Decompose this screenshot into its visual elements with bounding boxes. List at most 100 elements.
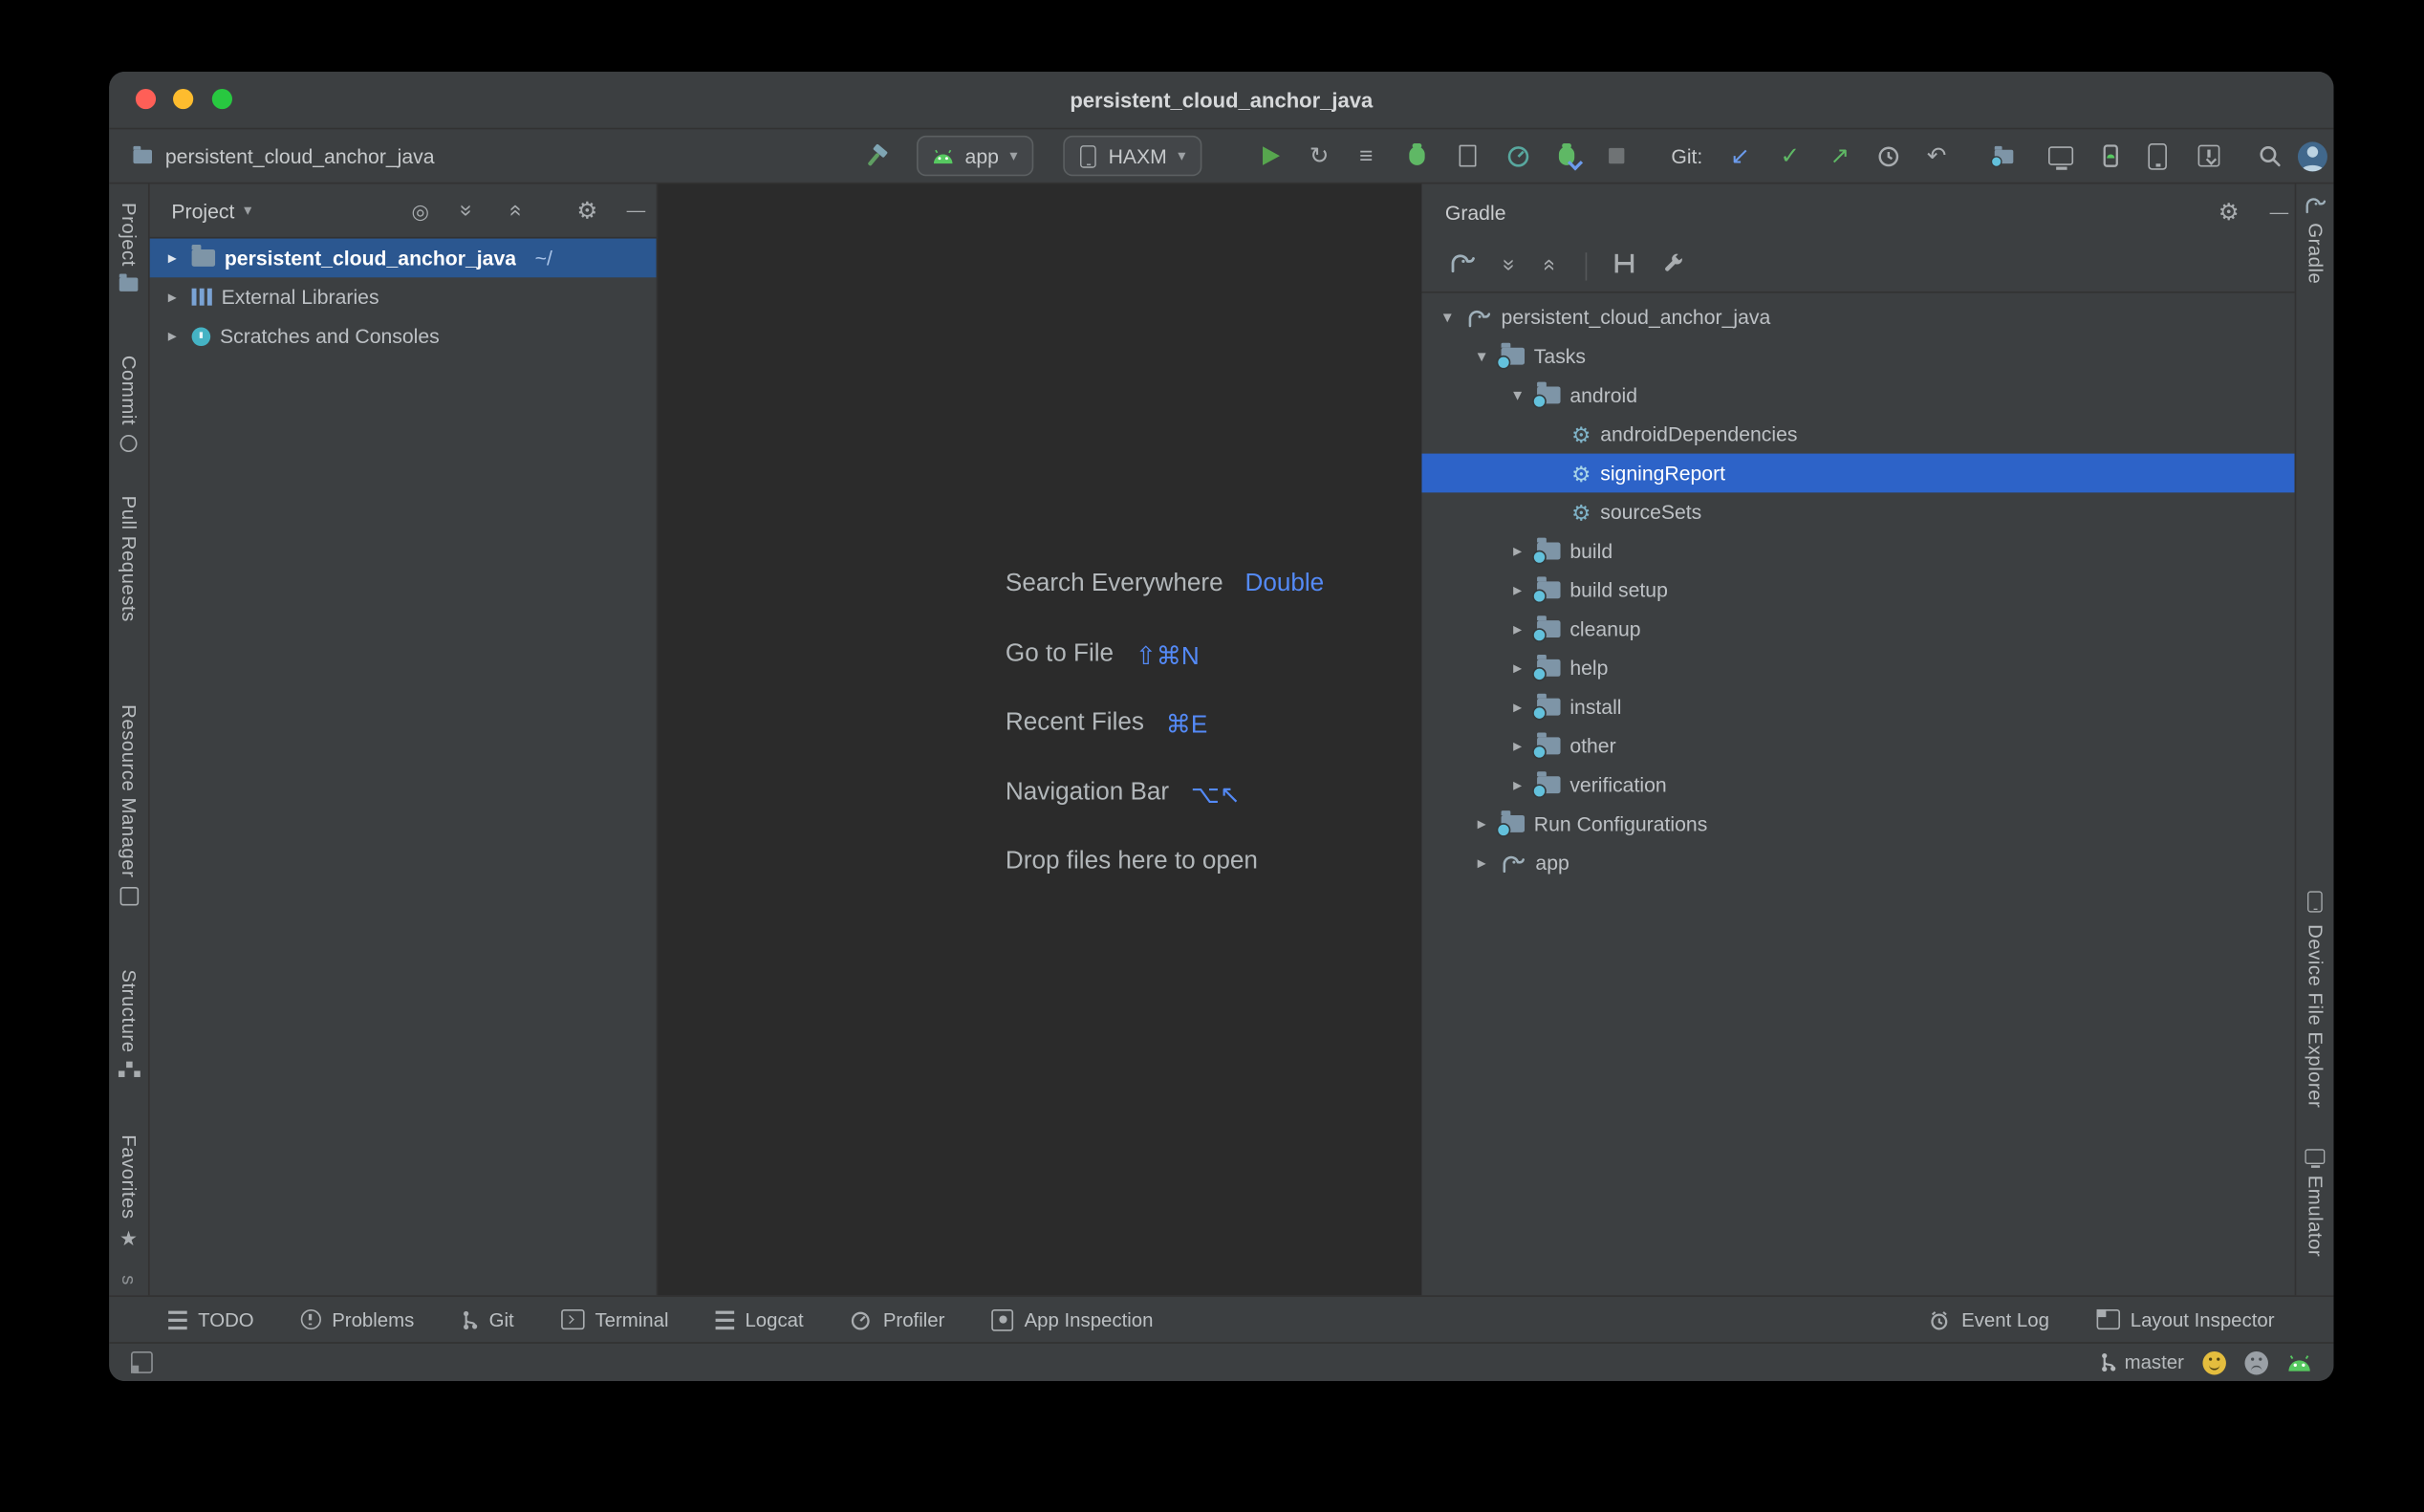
collapse-all-button[interactable]: «	[511, 184, 524, 236]
git-rollback-button[interactable]: ↶	[1927, 129, 1947, 182]
gradle-node-build-setup[interactable]: ▸ build setup	[1421, 571, 2294, 610]
run-button[interactable]	[1263, 129, 1280, 182]
gradle-node-android[interactable]: ▾ android	[1421, 376, 2294, 415]
sidebar-item-pull-requests[interactable]: Pull Requests	[109, 496, 148, 622]
chevron-right-icon[interactable]: ▸	[1507, 697, 1527, 717]
sdk-manager-button[interactable]	[2198, 129, 2220, 182]
toolwindow-git[interactable]: Git	[461, 1308, 513, 1330]
sidebar-item-project[interactable]: Project	[109, 203, 148, 293]
chevron-right-icon[interactable]: ▸	[162, 248, 183, 268]
toolwindow-todo[interactable]: TODO	[168, 1308, 254, 1330]
toolwindow-label: TODO	[198, 1308, 254, 1330]
toolwindow-logcat[interactable]: Logcat	[715, 1308, 803, 1330]
gradle-node-run-configurations[interactable]: ▸ Run Configurations	[1421, 805, 2294, 844]
toolwindow-app-inspection[interactable]: App Inspection	[991, 1308, 1153, 1330]
project-structure-button[interactable]	[1992, 129, 2015, 182]
run-with-coverage-button[interactable]: ≡	[1359, 129, 1373, 182]
profile-avatar-button[interactable]	[2298, 129, 2327, 182]
gradle-node-other[interactable]: ▸ other	[1421, 726, 2294, 766]
chevron-down-icon[interactable]: ▾	[1507, 385, 1527, 405]
chevron-right-icon[interactable]: ▸	[1507, 580, 1527, 600]
gradle-node-tasks[interactable]: ▾ Tasks	[1421, 336, 2294, 376]
collapse-all-button[interactable]: «	[1545, 251, 1557, 279]
gradle-node-app[interactable]: ▸ app	[1421, 843, 2294, 882]
gradle-task-androidDependencies[interactable]: ⚙ androidDependencies	[1421, 415, 2294, 454]
gradle-node-cleanup[interactable]: ▸ cleanup	[1421, 610, 2294, 649]
sidebar-item-gradle[interactable]: Gradle	[2296, 196, 2333, 284]
toolwindow-layout-toggle[interactable]	[131, 1351, 153, 1373]
build-button[interactable]	[864, 129, 891, 182]
hide-panel-button[interactable]: —	[2270, 184, 2289, 240]
chevron-down-icon[interactable]: ▾	[1438, 307, 1458, 327]
close-window-button[interactable]	[136, 89, 156, 109]
gradle-node-help[interactable]: ▸ help	[1421, 648, 2294, 687]
gradle-node-build[interactable]: ▸ build	[1421, 531, 2294, 571]
chevron-right-icon[interactable]: ▸	[1507, 618, 1527, 638]
gradle-settings-button[interactable]	[1661, 250, 1684, 282]
sidebar-item-structure[interactable]: Structure	[109, 969, 148, 1079]
chevron-right-icon[interactable]: ▸	[1507, 658, 1527, 678]
expand-all-button[interactable]: »	[1504, 251, 1517, 279]
profile-button[interactable]	[1505, 129, 1530, 182]
apply-code-changes-button[interactable]	[1460, 129, 1477, 182]
locate-file-button[interactable]: ◎	[412, 184, 430, 236]
chevron-right-icon[interactable]: ▸	[1507, 736, 1527, 756]
gradle-task-sourceSets[interactable]: ⚙ sourceSets	[1421, 492, 2294, 531]
chevron-right-icon[interactable]: ▸	[1507, 775, 1527, 795]
chevron-right-icon[interactable]: ▸	[162, 326, 183, 346]
tree-row-external-libraries[interactable]: ▸ External Libraries	[150, 277, 657, 316]
git-push-button[interactable]: ↗	[1830, 129, 1850, 182]
gradle-sync-button[interactable]	[1450, 251, 1477, 279]
minimize-window-button[interactable]	[173, 89, 193, 109]
toolwindow-terminal[interactable]: Terminal	[561, 1308, 669, 1330]
project-breadcrumb[interactable]: persistent_cloud_anchor_java	[131, 129, 435, 182]
git-branch-widget[interactable]: master	[2099, 1351, 2183, 1373]
git-commit-button[interactable]: ✓	[1780, 129, 1800, 182]
toolwindow-problems[interactable]: Problems	[301, 1308, 415, 1330]
debug-button[interactable]	[1409, 129, 1424, 182]
sidebar-item-favorites[interactable]: Favorites ★	[109, 1134, 148, 1248]
chevron-down-icon[interactable]: ▾	[1472, 346, 1492, 366]
target-device-combo[interactable]: HAXM ▾	[1063, 129, 1201, 182]
toolwindow-layout-inspector[interactable]: Layout Inspector	[2096, 1308, 2275, 1330]
expand-all-button[interactable]: »	[462, 184, 474, 236]
toolwindow-profiler[interactable]: Profiler	[851, 1308, 945, 1330]
search-everywhere-button[interactable]	[2258, 129, 2283, 182]
avd-manager-button[interactable]	[2098, 129, 2123, 182]
chevron-right-icon[interactable]: ▸	[162, 287, 183, 307]
gradle-node-install[interactable]: ▸ install	[1421, 687, 2294, 726]
stop-button[interactable]	[1609, 129, 1624, 182]
toolwindow-event-log[interactable]: Event Log	[1929, 1308, 2049, 1330]
android-status-icon[interactable]	[2287, 1353, 2312, 1371]
feedback-sad-icon[interactable]	[2244, 1350, 2267, 1373]
feedback-happy-icon[interactable]	[2202, 1350, 2225, 1373]
gradle-node-project-root[interactable]: ▾ persistent_cloud_anchor_java	[1421, 298, 2294, 337]
project-panel-title[interactable]: Project	[171, 199, 234, 222]
sidebar-item-commit[interactable]: Commit	[109, 356, 148, 452]
gradle-task-signingReport[interactable]: ⚙ signingReport	[1421, 454, 2294, 493]
sidebar-item-resource-manager[interactable]: Resource Manager	[109, 704, 148, 906]
git-history-button[interactable]	[1877, 129, 1900, 182]
chevron-right-icon[interactable]: ▸	[1472, 813, 1492, 833]
offline-mode-button[interactable]	[1614, 251, 1634, 279]
chevron-right-icon[interactable]: ▸	[1472, 853, 1492, 873]
sidebar-item-partial[interactable]: s	[109, 1275, 148, 1285]
chevron-down-icon[interactable]: ▾	[244, 202, 251, 219]
settings-button[interactable]: ⚙	[576, 184, 597, 236]
gradle-node-verification[interactable]: ▸ verification	[1421, 766, 2294, 805]
hide-panel-button[interactable]: —	[627, 184, 646, 236]
sidebar-item-emulator[interactable]: Emulator	[2296, 1147, 2333, 1257]
gradle-settings-button[interactable]: ⚙	[2218, 184, 2240, 240]
run-configuration-combo[interactable]: app ▾	[917, 129, 1033, 182]
attach-debugger-button[interactable]	[1559, 129, 1574, 182]
sidebar-item-device-file-explorer[interactable]: Device File Explorer	[2296, 889, 2333, 1109]
device-manager-button[interactable]	[2148, 129, 2167, 182]
running-devices-button[interactable]	[2048, 129, 2073, 182]
tree-row-scratches[interactable]: ▸ Scratches and Consoles	[150, 316, 657, 356]
zoom-window-button[interactable]	[212, 89, 232, 109]
chevron-right-icon[interactable]: ▸	[1507, 541, 1527, 561]
git-update-button[interactable]: ↙	[1730, 129, 1750, 182]
apply-changes-button[interactable]: ↻	[1309, 129, 1330, 182]
tree-row-project-root[interactable]: ▸ persistent_cloud_anchor_java ~/	[150, 239, 657, 278]
external-libraries-icon	[192, 289, 197, 306]
